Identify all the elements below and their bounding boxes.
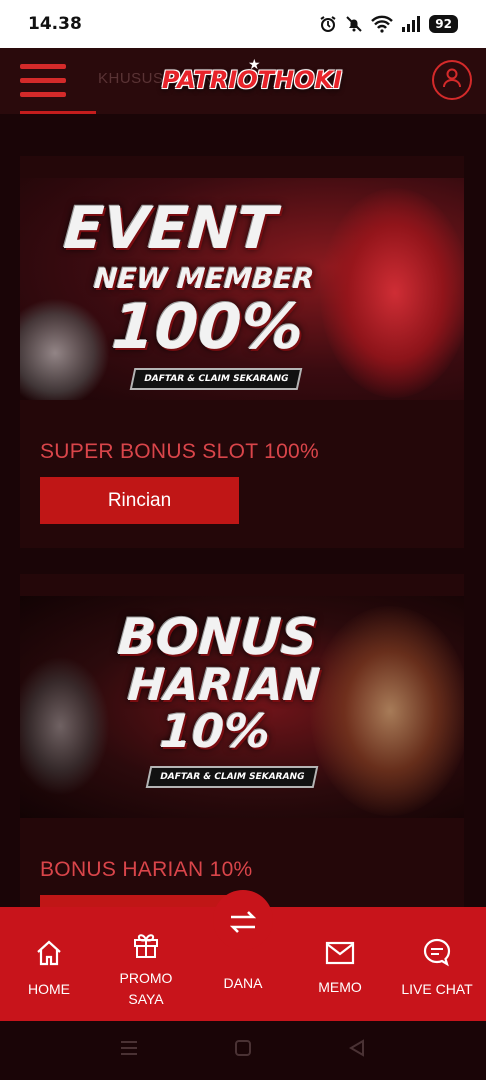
promo-card: BONUS HARIAN 10% DAFTAR & CLAIM SEKARANG… <box>20 574 464 942</box>
nav-promo-label-line1: PROMO <box>119 970 173 986</box>
status-bar: 14.38 92 <box>0 0 486 48</box>
signal-icon <box>401 15 421 33</box>
nav-dana-label: DANA <box>223 975 263 991</box>
mail-icon <box>325 941 355 970</box>
home-icon <box>34 939 64 972</box>
status-icons: 92 <box>319 15 458 33</box>
slot-machine-decoration <box>20 656 110 796</box>
recent-apps-icon[interactable] <box>120 1039 138 1062</box>
mute-bell-icon <box>345 15 363 33</box>
user-account-button[interactable] <box>432 60 472 100</box>
nav-home-label: HOME <box>28 981 70 997</box>
banner-tagline: DAFTAR & CLAIM SEKARANG <box>145 766 319 788</box>
gift-icon <box>131 929 161 964</box>
battery-icon: 92 <box>429 15 458 33</box>
status-time: 14.38 <box>28 14 82 34</box>
hamburger-menu-icon <box>20 64 66 69</box>
rincian-button[interactable]: Rincian <box>40 477 239 524</box>
promo-banner-image[interactable]: BONUS HARIAN 10% DAFTAR & CLAIM SEKARANG <box>20 596 464 818</box>
transfer-arrows-icon <box>228 907 258 942</box>
nav-live-chat[interactable]: LIVE CHAT <box>396 907 478 1021</box>
alarm-icon <box>319 15 337 33</box>
home-square-icon[interactable] <box>234 1039 252 1062</box>
nav-home[interactable]: HOME <box>20 907 78 1021</box>
nav-memo[interactable]: MEMO <box>312 907 368 1021</box>
star-icon: ★ <box>248 56 261 72</box>
site-logo[interactable]: ★ PATRIOTHOKI <box>152 56 352 104</box>
promo-card: EVENT NEW MEMBER 100% DAFTAR & CLAIM SEK… <box>20 156 464 548</box>
promo-banner-image[interactable]: EVENT NEW MEMBER 100% DAFTAR & CLAIM SEK… <box>20 178 464 400</box>
nav-promo-label-line2: SAYA <box>128 991 164 1007</box>
promo-title: SUPER BONUS SLOT 100% <box>40 440 320 463</box>
hamburger-line <box>20 78 66 83</box>
banner-percentage: 10% <box>158 704 272 758</box>
system-navigation-bar <box>0 1021 486 1080</box>
nav-memo-label: MEMO <box>318 979 362 995</box>
hamburger-menu-button[interactable] <box>20 58 96 114</box>
banner-tagline: DAFTAR & CLAIM SEKARANG <box>129 368 303 390</box>
banner-percentage: 100% <box>109 290 307 363</box>
chips-decoration <box>20 298 110 400</box>
user-icon <box>441 67 463 94</box>
app-header: KHUSUS ... SINO OTH ★ PATRIOTHOKI <box>0 48 486 114</box>
banner-headline: BONUS <box>115 608 320 666</box>
promo-title: BONUS HARIAN 10% <box>40 858 253 881</box>
character-illustration <box>320 188 464 398</box>
nav-promo-saya[interactable]: PROMO SAYA <box>110 907 182 1021</box>
chat-icon <box>422 937 452 972</box>
banner-headline: EVENT <box>61 194 279 262</box>
nav-live-chat-label: LIVE CHAT <box>401 981 473 997</box>
nav-dana[interactable]: DANA <box>213 907 273 1021</box>
hamburger-line <box>20 92 66 97</box>
character-illustration <box>310 606 464 816</box>
back-triangle-icon[interactable] <box>348 1039 366 1062</box>
wifi-icon <box>371 15 394 33</box>
